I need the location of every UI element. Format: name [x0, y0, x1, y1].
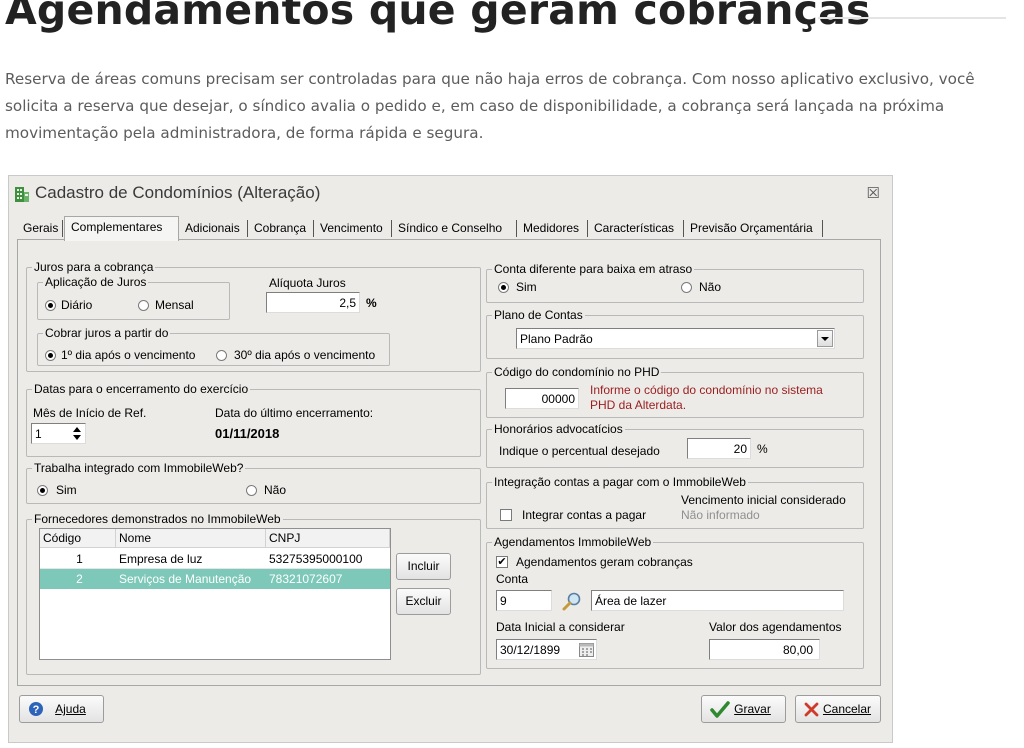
radio-conta-diferente-sim-label: Sim — [516, 280, 537, 294]
agendamentos-checkbox-label: Agendamentos geram cobranças — [516, 555, 693, 569]
column-header-nome[interactable]: Nome — [116, 529, 266, 548]
window-title: Cadastro de Condomínios (Alteração) — [35, 183, 321, 202]
ultimo-encerramento-label: Data do último encerramento: — [215, 406, 374, 420]
condominio-dialog: Cadastro de Condomínios (Alteração) ☒ Ge… — [8, 175, 893, 743]
agendamentos-checkbox[interactable]: ✔ — [496, 556, 508, 568]
plano-contas-select[interactable]: Plano Padrão — [516, 328, 835, 349]
tab-cobranca[interactable]: Cobrança — [248, 218, 314, 239]
radio-diario-label: Diário — [61, 298, 93, 312]
svg-text:?: ? — [33, 704, 40, 716]
tab-complementares[interactable]: Complementares — [64, 216, 179, 241]
data-inicial-label: Data Inicial a considerar — [496, 620, 625, 634]
radio-integrado-sim-label: Sim — [56, 483, 77, 497]
integrar-contas-label: Integrar contas a pagar — [522, 508, 647, 522]
title-divider — [818, 17, 1006, 19]
plano-contas-value: Plano Padrão — [520, 332, 593, 346]
table-row-2-nome[interactable]: Serviços de Manutenção — [116, 569, 266, 589]
chevron-down-icon — [821, 337, 829, 341]
integrar-contas-checkbox[interactable] — [500, 509, 512, 521]
incluir-button[interactable]: Incluir — [396, 553, 451, 580]
conta-name-input[interactable]: Área de lazer — [591, 590, 844, 611]
codigo-phd-warning-line2: PHD da Alterdata. — [590, 398, 687, 412]
conta-diferente-group: Conta diferente para baixa em atraso — [486, 262, 864, 303]
calendar-icon[interactable] — [579, 642, 594, 657]
tab-previsao-orcamentaria[interactable]: Previsão Orçamentária — [684, 218, 823, 239]
radio-conta-diferente-nao[interactable] — [681, 282, 692, 293]
checkmark-icon — [710, 701, 730, 718]
ajuda-button[interactable]: ? Ajuda — [19, 695, 104, 723]
conta-code-input[interactable]: 9 — [496, 590, 552, 611]
honorarios-percent: % — [757, 442, 768, 456]
close-icon[interactable]: ☒ — [867, 184, 880, 202]
spinner-arrows-icon[interactable] — [72, 426, 82, 441]
tab-sindico-conselho[interactable]: Síndico e Conselho — [392, 218, 517, 239]
ultimo-encerramento-value: 01/11/2018 — [215, 426, 280, 441]
aliquota-label: Alíquota Juros — [269, 276, 346, 290]
ajuda-label: Ajuda — [55, 702, 86, 716]
table-row-2-cnpj[interactable]: 78321072607 — [266, 569, 390, 589]
vencimento-inicial-label: Vencimento inicial considerado — [681, 493, 846, 507]
search-icon[interactable] — [562, 591, 582, 611]
radio-trigesimo-dia-label: 30º dia após o vencimento — [234, 348, 376, 362]
column-header-codigo[interactable]: Código — [40, 529, 116, 548]
radio-mensal-label: Mensal — [155, 298, 194, 312]
radio-conta-diferente-nao-label: Não — [699, 280, 722, 294]
conta-label: Conta — [496, 572, 529, 586]
mes-inicio-label: Mês de Início de Ref. — [33, 406, 147, 420]
valor-agendamentos-input[interactable]: 80,00 — [709, 639, 820, 660]
building-icon — [15, 187, 29, 202]
gravar-button[interactable]: Gravar — [701, 695, 786, 723]
codigo-phd-input[interactable]: 00000 — [505, 388, 579, 409]
radio-conta-diferente-sim[interactable] — [498, 282, 509, 293]
aliquota-input[interactable]: 2,5 — [266, 292, 360, 313]
datas-encerramento-group: Datas para o encerramento do exercício — [26, 382, 481, 457]
cancelar-label: Cancelar — [822, 702, 872, 716]
article-paragraph: Reserva de áreas comuns precisam ser con… — [5, 70, 975, 142]
vencimento-inicial-value: Não informado — [681, 508, 760, 522]
data-inicial-input[interactable]: 30/12/1899 — [496, 639, 597, 660]
tab-adicionais[interactable]: Adicionais — [179, 218, 248, 239]
radio-diario[interactable] — [45, 300, 56, 311]
codigo-phd-warning-line1: Informe o código do condomínio no sistem… — [590, 383, 823, 397]
radio-integrado-nao[interactable] — [246, 485, 257, 496]
radio-primeiro-dia[interactable] — [45, 350, 56, 361]
tab-gerais[interactable]: Gerais — [17, 218, 63, 239]
help-icon: ? — [29, 702, 43, 716]
radio-primeiro-dia-label: 1º dia após o vencimento — [61, 348, 196, 362]
honorarios-label: Indique o percentual desejado — [499, 444, 660, 458]
aliquota-percent: % — [366, 296, 377, 310]
table-row-1-cnpj[interactable]: 53275395000100 — [266, 549, 390, 569]
radio-trigesimo-dia[interactable] — [216, 350, 227, 361]
mes-inicio-spinner[interactable]: 1 — [31, 423, 86, 444]
tab-vencimento[interactable]: Vencimento — [314, 218, 392, 239]
data-inicial-value: 30/12/1899 — [500, 643, 561, 657]
cancel-x-icon — [804, 702, 819, 717]
dropdown-button[interactable] — [817, 330, 833, 347]
table-row-2-codigo[interactable]: 2 — [40, 569, 116, 589]
fornecedores-grid: Código Nome CNPJ 1 Empresa de luz 532753… — [39, 528, 391, 660]
table-row-1-codigo[interactable]: 1 — [40, 549, 116, 569]
radio-mensal[interactable] — [138, 300, 149, 311]
honorarios-input[interactable]: 20 — [687, 438, 751, 459]
article-title: Agendamentos que geram cobranças — [5, 0, 871, 34]
tab-medidores[interactable]: Medidores — [517, 218, 588, 239]
cancelar-button[interactable]: Cancelar — [795, 695, 881, 723]
table-row-1-nome[interactable]: Empresa de luz — [116, 549, 266, 569]
excluir-button[interactable]: Excluir — [396, 588, 451, 615]
tab-caracteristicas[interactable]: Características — [588, 218, 684, 239]
valor-agendamentos-label: Valor dos agendamentos — [709, 620, 842, 634]
column-header-cnpj[interactable]: CNPJ — [266, 529, 390, 548]
radio-integrado-nao-label: Não — [264, 483, 287, 497]
gravar-label: Gravar — [734, 702, 771, 716]
mes-inicio-value: 1 — [35, 427, 42, 441]
radio-integrado-sim[interactable] — [37, 485, 48, 496]
